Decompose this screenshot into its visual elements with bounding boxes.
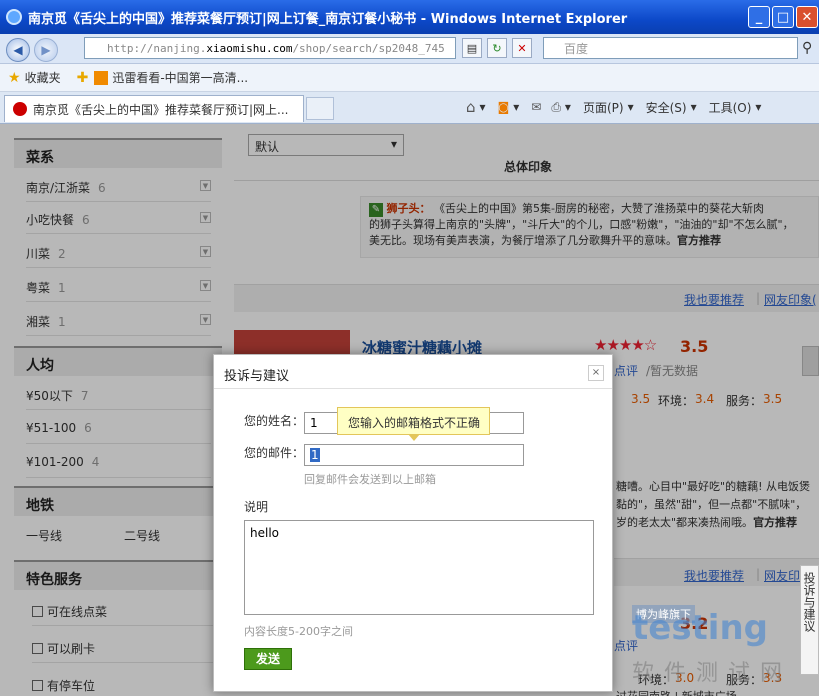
new-tab-button[interactable] [306,97,334,120]
close-button[interactable]: ✕ [796,6,818,28]
dialog-title: 投诉与建议 [214,355,612,389]
window-title: 南京觅《舌尖上的中国》推荐菜餐厅预订|网上订餐_南京订餐小秘书 - Window… [28,11,628,27]
url-domain: xiaomishu.com [206,41,293,55]
home-icon[interactable]: ⌂ [466,98,476,116]
chevron-down-icon: ▾ [564,100,571,114]
search-placeholder: 百度 [564,41,589,56]
ie-icon [6,9,22,25]
star-icon: ★ [8,69,21,86]
length-hint: 内容长度5-200字之间 [244,625,353,638]
print-icon[interactable]: ⎙ [551,100,561,115]
chevron-down-icon: ▾ [627,100,634,114]
safety-menu[interactable]: 安全(S) [646,99,687,116]
tab-title: 南京觅《舌尖上的中国》推荐菜餐厅预订|网上... [33,102,289,117]
chevron-down-icon: ▾ [690,100,697,114]
dialog-close-button[interactable]: × [588,365,604,381]
forward-button[interactable]: ▶ [34,38,58,62]
email-error-tooltip: 您输入的邮箱格式不正确 [337,407,490,441]
email-value: 1 [310,448,320,462]
window-titlebar: 南京觅《舌尖上的中国》推荐菜餐厅预订|网上订餐_南京订餐小秘书 - Window… [0,0,819,34]
url-path: /shop/search/sp2048_745 [292,41,445,55]
email-hint: 回复邮件会发送到以上邮箱 [304,473,436,486]
chevron-down-icon: ▾ [513,100,520,114]
stop-button[interactable]: ✕ [512,38,532,58]
maximize-button[interactable]: □ [772,6,794,28]
description-textarea[interactable]: hello [244,520,594,615]
rss-icon[interactable]: ◙ [498,100,510,114]
email-label: 您的邮件： [244,446,305,460]
email-input[interactable]: 1 [304,444,524,466]
name-label: 您的姓名： [244,414,305,428]
add-favorite-icon[interactable]: ✚ [77,70,89,86]
refresh-button[interactable]: ↻ [487,38,507,58]
back-button[interactable]: ◀ [6,38,30,62]
thunder-icon [94,70,109,85]
send-button[interactable]: 发送 [244,648,292,670]
fav-link[interactable]: 迅雷看看-中国第一高清... [112,69,248,86]
chevron-down-icon: ▾ [479,100,486,114]
address-input[interactable]: http://nanjing. xiaomishu.com/shop/search… [84,37,456,59]
page-menu[interactable]: 页面(P) [583,99,624,116]
feedback-dialog: 投诉与建议 × 您的姓名： 1 您的邮件： 1 回复邮件会发送到以上邮箱 说明 … [213,354,613,692]
site-favicon-icon [13,102,27,116]
search-icon[interactable]: ⚲ [802,40,812,56]
feedback-tab[interactable]: 投诉与建议 [800,565,819,675]
favorites-bar: ★ 收藏夹 ✚ 迅雷看看-中国第一高清... [0,64,819,92]
watermark-brand: testing [632,608,768,648]
description-label: 说明 [244,500,269,514]
tools-menu[interactable]: 工具(O) [709,99,752,116]
mail-icon[interactable]: ✉ [531,100,541,114]
search-input[interactable]: 百度 [543,37,798,59]
watermark-sub: 软件测试网 [632,661,793,686]
chevron-down-icon: ▾ [755,100,762,114]
compat-view-icon[interactable]: ▤ [462,38,482,58]
url-host: http://nanjing. [107,41,207,55]
command-bar: ⌂ ▾ ◙ ▾ ✉ ⎙ ▾ 页面(P) ▾ 安全(S) ▾ 工具(O) ▾ [466,98,761,116]
minimize-button[interactable]: _ [748,6,770,28]
tab-active[interactable]: 南京觅《舌尖上的中国》推荐菜餐厅预订|网上... [4,95,304,122]
favorites-button[interactable]: 收藏夹 [25,69,61,86]
